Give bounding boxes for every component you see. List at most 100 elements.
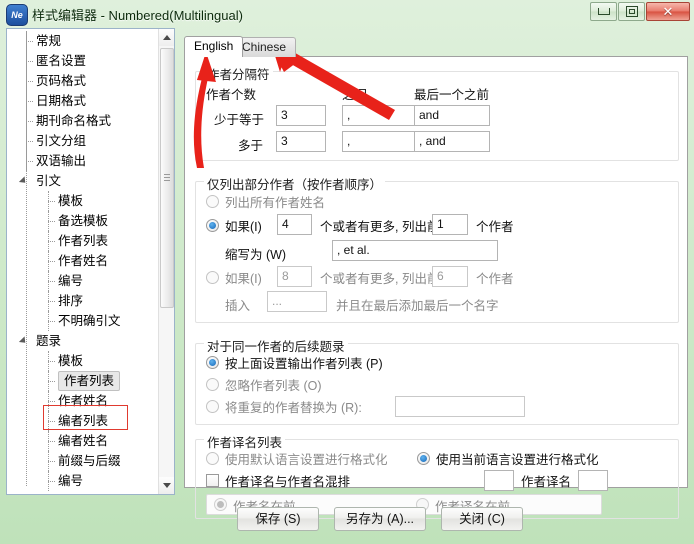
close-icon: ✕ xyxy=(662,4,674,19)
sidebar-item-21[interactable]: 前缀与后缀 xyxy=(7,451,158,471)
sidebar-item-22[interactable]: 编号 xyxy=(7,471,158,491)
radio-omit-author-list[interactable] xyxy=(206,378,219,391)
field-more-than-count[interactable]: 3 xyxy=(276,131,326,152)
tree-connector xyxy=(43,211,55,231)
sidebar-item-0[interactable]: 常规 xyxy=(7,31,158,51)
tree-scrollbar[interactable] xyxy=(158,29,174,494)
field-rule-2-threshold[interactable]: 8 xyxy=(277,266,312,287)
radio-rule-2[interactable] xyxy=(206,271,219,284)
minimize-icon xyxy=(597,8,610,15)
save-as-button[interactable]: 另存为 (A)... xyxy=(334,507,426,531)
checkbox-mix-translated-names[interactable] xyxy=(206,474,219,487)
sidebar-item-6[interactable]: 双语输出 xyxy=(7,151,158,171)
sidebar-item-4[interactable]: 期刊命名格式 xyxy=(7,111,158,131)
title-bar: Ne 样式编辑器 - Numbered(Multilingual) ✕ xyxy=(0,0,694,28)
field-mix-prefix[interactable] xyxy=(484,470,514,491)
sidebar-item-label: 前缀与后缀 xyxy=(58,454,121,468)
sidebar-item-label: 作者列表 xyxy=(58,234,109,248)
minimize-button[interactable] xyxy=(590,2,617,21)
group-partial-authors: 仅列出部分作者（按作者顺序） 列出所有作者姓名 如果(I) 4 个或者有更多, … xyxy=(195,174,679,323)
tree-connector xyxy=(43,191,55,211)
field-less-equal-before-last[interactable]: and xyxy=(414,105,490,126)
col-header-between: 之间 xyxy=(342,88,368,102)
chevron-up-icon xyxy=(163,35,171,40)
sidebar-item-12[interactable]: 编号 xyxy=(7,271,158,291)
sidebar-item-label: 作者姓名 xyxy=(58,254,109,268)
app-icon: Ne xyxy=(6,4,28,26)
sidebar-item-8[interactable]: 模板 xyxy=(7,191,158,211)
label-rule-1-middle: 个或者有更多, 列出前 xyxy=(320,220,440,234)
tree-connector xyxy=(43,311,55,331)
sidebar-item-9[interactable]: 备选模板 xyxy=(7,211,158,231)
sidebar-item-7[interactable]: 引文 xyxy=(7,171,158,191)
label-list-all-authors: 列出所有作者姓名 xyxy=(225,196,326,210)
sidebar-item-17[interactable]: 作者列表 xyxy=(7,371,158,391)
field-abbreviation[interactable]: , et al. xyxy=(332,240,498,261)
field-more-than-between[interactable]: , xyxy=(342,131,420,152)
col-header-count: 作者个数 xyxy=(206,88,257,102)
sidebar-item-20[interactable]: 编者姓名 xyxy=(7,431,158,451)
close-button[interactable]: 关闭 (C) xyxy=(441,507,523,531)
style-editor-window: Ne 样式编辑器 - Numbered(Multilingual) ✕ 常规 匿名… xyxy=(0,0,694,544)
radio-rule-1[interactable] xyxy=(206,219,219,232)
tree-connector xyxy=(21,51,33,71)
sidebar-item-3[interactable]: 日期格式 xyxy=(7,91,158,111)
window-controls: ✕ xyxy=(589,2,690,21)
radio-default-language-format[interactable] xyxy=(206,452,219,465)
sidebar-item-label: 作者列表 xyxy=(58,371,121,391)
sidebar-item-label: 编号 xyxy=(58,474,84,488)
sidebar-item-13[interactable]: 排序 xyxy=(7,291,158,311)
sidebar-item-15[interactable]: 题录 xyxy=(7,331,158,351)
label-rule-2-middle: 个或者有更多, 列出前 xyxy=(320,272,440,286)
sidebar-item-5[interactable]: 引文分组 xyxy=(7,131,158,151)
tree-connector xyxy=(21,71,33,91)
close-window-button[interactable]: ✕ xyxy=(646,2,690,21)
radio-use-above-settings[interactable] xyxy=(206,356,219,369)
sidebar-item-label: 不明确引文 xyxy=(58,314,121,328)
chevron-down-icon xyxy=(163,483,171,488)
field-rule-1-threshold[interactable]: 4 xyxy=(277,214,312,235)
tree-connector xyxy=(21,131,33,151)
tab-page-english: 作者分隔符 作者个数 之间 最后一个之前 少于等于 3 , and 多于 3 ,… xyxy=(184,56,688,519)
scrollbar-thumb[interactable] xyxy=(160,48,174,308)
sidebar-item-10[interactable]: 作者列表 xyxy=(7,231,158,251)
label-replace-repeated: 将重复的作者替换为 (R): xyxy=(225,401,362,415)
maximize-button[interactable] xyxy=(618,2,645,21)
sidebar-item-label: 引文 xyxy=(36,174,62,188)
radio-replace-repeated[interactable] xyxy=(206,400,219,413)
field-mix-suffix[interactable] xyxy=(578,470,608,491)
field-insert-text[interactable]: ... xyxy=(267,291,327,312)
scroll-down-button[interactable] xyxy=(159,477,174,494)
tree-connector xyxy=(43,231,55,251)
label-translated-name: 作者译名 xyxy=(521,475,572,489)
save-button[interactable]: 保存 (S) xyxy=(237,507,319,531)
label-use-above-settings: 按上面设置输出作者列表 (P) xyxy=(225,357,383,371)
col-header-before-last: 最后一个之前 xyxy=(414,88,490,102)
scroll-up-button[interactable] xyxy=(159,29,174,46)
row-label-less-equal: 少于等于 xyxy=(214,113,265,127)
sidebar-item-1[interactable]: 匿名设置 xyxy=(7,51,158,71)
radio-current-language-format[interactable] xyxy=(417,452,430,465)
tree-connector xyxy=(43,291,55,311)
field-rule-2-show-count[interactable]: 6 xyxy=(432,266,468,287)
tree-connector xyxy=(21,31,33,51)
field-less-equal-between[interactable]: , xyxy=(342,105,420,126)
selection-highlight-box xyxy=(43,405,128,430)
label-rule-1-prefix: 如果(I) xyxy=(225,220,262,234)
field-replace-repeated[interactable] xyxy=(395,396,525,417)
sidebar-item-2[interactable]: 页码格式 xyxy=(7,71,158,91)
label-abbreviate-as: 缩写为 (W) xyxy=(225,248,287,262)
label-omit-author-list: 忽略作者列表 (O) xyxy=(225,379,322,393)
group-partial-authors-title: 仅列出部分作者（按作者顺序） xyxy=(204,174,386,193)
sidebar-item-14[interactable]: 不明确引文 xyxy=(7,311,158,331)
sidebar-item-11[interactable]: 作者姓名 xyxy=(7,251,158,271)
label-current-language-format: 使用当前语言设置进行格式化 xyxy=(436,453,599,467)
tree-connector xyxy=(43,471,55,491)
tab-english[interactable]: English xyxy=(184,36,244,57)
radio-list-all-authors[interactable] xyxy=(206,195,219,208)
field-rule-1-show-count[interactable]: 1 xyxy=(432,214,468,235)
field-less-equal-count[interactable]: 3 xyxy=(276,105,326,126)
sidebar-item-16[interactable]: 模板 xyxy=(7,351,158,371)
tree-connector xyxy=(43,351,55,371)
field-more-than-before-last[interactable]: , and xyxy=(414,131,490,152)
